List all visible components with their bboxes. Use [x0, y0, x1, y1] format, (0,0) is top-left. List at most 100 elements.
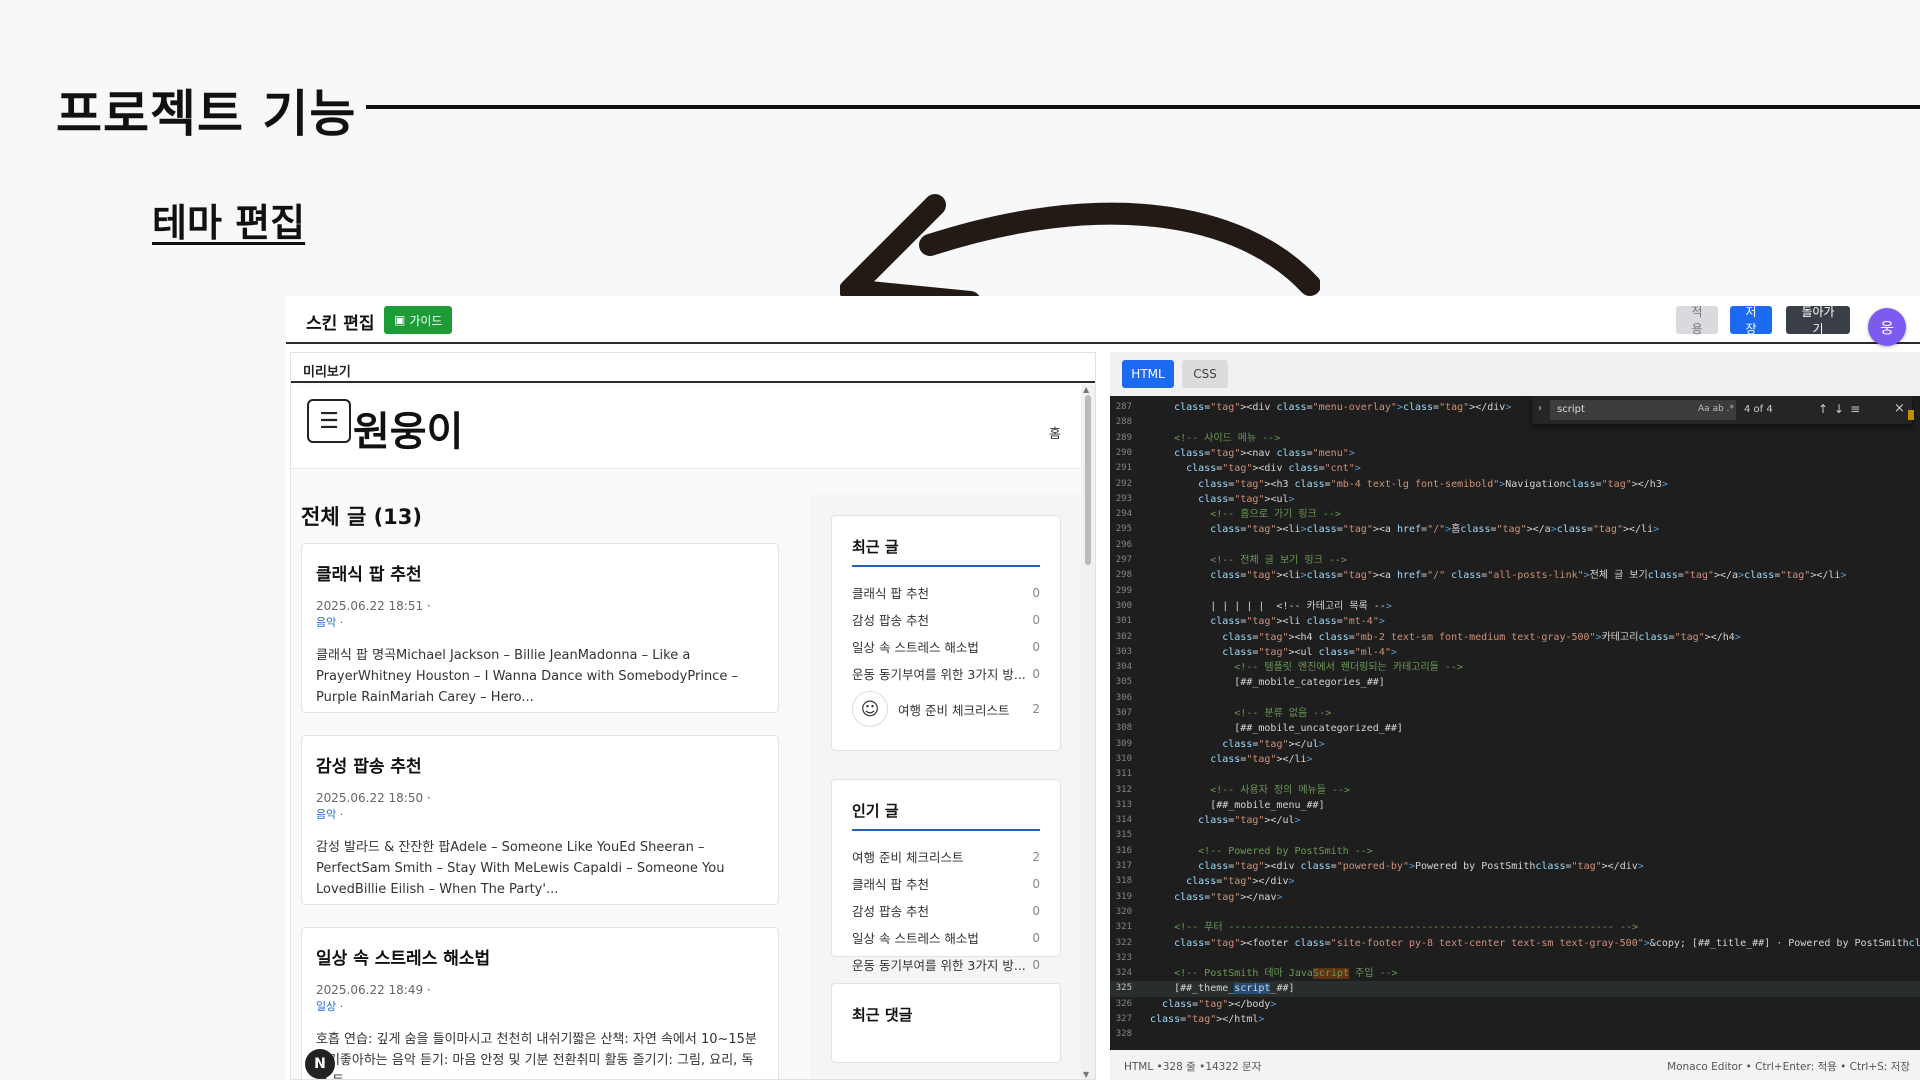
code-text[interactable]: [##_mobile_menu_##]	[1150, 798, 1324, 813]
code-text[interactable]: class="tag"><li class="mt-4">	[1150, 614, 1385, 629]
code-text[interactable]: class="tag"><div class="cnt">	[1150, 461, 1361, 476]
code-line[interactable]: 298 class="tag"><li>class="tag"><a href=…	[1110, 568, 1920, 583]
code-line[interactable]: 293 class="tag"><ul>	[1110, 492, 1920, 507]
code-line[interactable]: 314 class="tag"></ul>	[1110, 813, 1920, 828]
code-line[interactable]: 315	[1110, 828, 1920, 843]
back-button[interactable]: 돌아가기	[1786, 305, 1850, 336]
code-line[interactable]: 313 [##_mobile_menu_##]	[1110, 798, 1920, 813]
code-text[interactable]: class="tag"><h4 class="mb-2 text-sm font…	[1150, 630, 1741, 645]
code-text[interactable]: <!-- 사이드 메뉴 -->	[1150, 431, 1280, 446]
recent-post-item[interactable]: ☺ 여행 준비 체크리스트 2	[852, 687, 1040, 731]
code-line[interactable]: 312 <!-- 사용자 정의 메뉴들 -->	[1110, 783, 1920, 798]
find-options[interactable]: Aa ab .*	[1698, 404, 1734, 414]
code-text[interactable]: class="tag"></ul>	[1150, 813, 1300, 828]
code-text[interactable]: class="tag"><li>class="tag"><a href="/" …	[1150, 568, 1846, 583]
preview-scrollbar[interactable]: ▲ ▼	[1081, 385, 1095, 1079]
save-button[interactable]: 저장	[1730, 305, 1772, 336]
code-line[interactable]: 319 class="tag"></nav>	[1110, 890, 1920, 905]
code-line[interactable]: 308 [##_mobile_uncategorized_##]	[1110, 721, 1920, 736]
popular-post-item[interactable]: 감성 팝송 추천 0	[852, 897, 1040, 924]
code-line[interactable]: 327 class="tag"></html>	[1110, 1012, 1920, 1027]
user-avatar[interactable]: 웅	[1868, 308, 1906, 346]
code-text[interactable]: class="tag"></ul>	[1150, 737, 1324, 752]
monaco-editor[interactable]: 287 class="tag"><div class="menu-overlay…	[1110, 396, 1920, 1050]
code-line[interactable]: 291 class="tag"><div class="cnt">	[1110, 461, 1920, 476]
code-line[interactable]: 295 class="tag"><li>class="tag"><a href=…	[1110, 522, 1920, 537]
code-text[interactable]: class="tag"></body>	[1150, 997, 1276, 1012]
tab-css[interactable]: CSS	[1182, 360, 1228, 388]
code-line[interactable]: 309 class="tag"></ul>	[1110, 737, 1920, 752]
post-title[interactable]: 감성 팝송 추천	[316, 752, 764, 777]
code-line[interactable]: 300 | | | | | <!-- 카테고리 목록 -->	[1110, 599, 1920, 614]
code-line[interactable]: 304 <!-- 템플릿 엔진에서 렌더링되는 카테고리들 -->	[1110, 660, 1920, 675]
code-text[interactable]: class="tag"><h3 class="mb-4 text-lg font…	[1150, 477, 1668, 492]
code-line[interactable]: 297 <!-- 전체 글 보기 링크 -->	[1110, 553, 1920, 568]
code-text[interactable]: class="tag"><ul>	[1150, 492, 1294, 507]
scroll-thumb[interactable]	[1085, 395, 1091, 565]
code-line[interactable]: 320	[1110, 905, 1920, 920]
popular-post-item[interactable]: 클래식 팝 추천 0	[852, 870, 1040, 897]
code-line[interactable]: 290 class="tag"><nav class="menu">	[1110, 446, 1920, 461]
code-line[interactable]: 328	[1110, 1027, 1920, 1042]
code-line[interactable]: 323	[1110, 951, 1920, 966]
scroll-down-icon[interactable]: ▼	[1083, 1070, 1089, 1079]
post-category[interactable]: 음악 ·	[316, 807, 764, 823]
code-line[interactable]: 292 class="tag"><h3 class="mb-4 text-lg …	[1110, 477, 1920, 492]
code-line[interactable]: 318 class="tag"></div>	[1110, 874, 1920, 889]
code-text[interactable]: | | | | | <!-- 카테고리 목록 -->	[1150, 599, 1392, 614]
code-text[interactable]: <!-- 전체 글 보기 링크 -->	[1150, 553, 1347, 568]
code-line[interactable]: 303 class="tag"><ul class="ml-4">	[1110, 645, 1920, 660]
post-card[interactable]: 클래식 팝 추천 2025.06.22 18:51 · 음악 · 클래식 팝 명…	[301, 543, 779, 713]
code-text[interactable]: <!-- 사용자 정의 메뉴들 -->	[1150, 783, 1350, 798]
code-line[interactable]: 311	[1110, 767, 1920, 782]
code-text[interactable]: [##_mobile_uncategorized_##]	[1150, 721, 1403, 736]
notification-badge[interactable]: N	[305, 1049, 335, 1079]
recent-post-item[interactable]: 운동 동기부여를 위한 3가지 방... 0	[852, 660, 1040, 687]
code-line[interactable]: 302 class="tag"><h4 class="mb-2 text-sm …	[1110, 630, 1920, 645]
code-text[interactable]: <!-- PostSmith 테마 JavaScript 주입 -->	[1150, 966, 1398, 981]
code-text[interactable]: class="tag"></nav>	[1150, 890, 1282, 905]
code-text[interactable]: <!-- 분류 없음 -->	[1150, 706, 1331, 721]
popular-post-item[interactable]: 여행 준비 체크리스트 2	[852, 843, 1040, 870]
code-line[interactable]: 305 [##_mobile_categories_##]	[1110, 675, 1920, 690]
code-text[interactable]: class="tag"><ul class="ml-4">	[1150, 645, 1397, 660]
code-line[interactable]: 310 class="tag"></li>	[1110, 752, 1920, 767]
code-line[interactable]: 307 <!-- 분류 없음 -->	[1110, 706, 1920, 721]
popular-post-item[interactable]: 일상 속 스트레스 해소법 0	[852, 924, 1040, 951]
code-text[interactable]: <!-- 템플릿 엔진에서 렌더링되는 카테고리들 -->	[1150, 660, 1463, 675]
hamburger-menu-icon[interactable]: ☰	[307, 399, 351, 443]
find-nav-icons[interactable]: ↑↓≡	[1818, 402, 1866, 416]
chevron-right-icon[interactable]: ›	[1538, 403, 1542, 414]
code-line[interactable]: 299	[1110, 584, 1920, 599]
code-line[interactable]: 294 <!-- 홈으로 가기 링크 -->	[1110, 507, 1920, 522]
blog-title[interactable]: 원웅이	[353, 399, 463, 457]
recent-post-item[interactable]: 클래식 팝 추천 0	[852, 579, 1040, 606]
post-title[interactable]: 클래식 팝 추천	[316, 560, 764, 585]
code-line[interactable]: 296	[1110, 538, 1920, 553]
code-text[interactable]: class="tag"><nav class="menu">	[1150, 446, 1355, 461]
code-line[interactable]: 322 class="tag"><footer class="site-foot…	[1110, 936, 1920, 951]
code-line[interactable]: 289 <!-- 사이드 메뉴 -->	[1110, 431, 1920, 446]
code-text[interactable]: class="tag"></div>	[1150, 874, 1294, 889]
code-line[interactable]: 317 class="tag"><div class="powered-by">…	[1110, 859, 1920, 874]
apply-button[interactable]: 적용	[1676, 305, 1718, 336]
tab-html[interactable]: HTML	[1122, 360, 1174, 388]
post-title[interactable]: 일상 속 스트레스 해소법	[316, 944, 764, 969]
guide-button[interactable]: ▣ 가이드	[384, 306, 453, 334]
code-text[interactable]: class="tag"></html>	[1150, 1012, 1264, 1027]
post-card[interactable]: 감성 팝송 추천 2025.06.22 18:50 · 음악 · 감성 발라드 …	[301, 735, 779, 905]
code-text[interactable]: <!-- Powered by PostSmith -->	[1150, 844, 1373, 859]
code-line[interactable]: 326 class="tag"></body>	[1110, 997, 1920, 1012]
code-text[interactable]: class="tag"><footer class="site-footer p…	[1150, 936, 1920, 951]
code-text[interactable]: <!-- 홈으로 가기 링크 -->	[1150, 507, 1341, 522]
post-card[interactable]: 일상 속 스트레스 해소법 2025.06.22 18:49 · 일상 · 호흡…	[301, 927, 779, 1079]
post-category[interactable]: 음악 ·	[316, 615, 764, 631]
close-icon[interactable]: ×	[1894, 401, 1905, 416]
scroll-up-icon[interactable]: ▲	[1083, 385, 1089, 394]
recent-post-item[interactable]: 일상 속 스트레스 해소법 0	[852, 633, 1040, 660]
home-link[interactable]: 홈	[1049, 423, 1061, 442]
code-text[interactable]: class="tag"></li>	[1150, 752, 1312, 767]
post-category[interactable]: 일상 ·	[316, 999, 764, 1015]
code-line[interactable]: 301 class="tag"><li class="mt-4">	[1110, 614, 1920, 629]
popular-post-item[interactable]: 운동 동기부여를 위한 3가지 방... 0	[852, 951, 1040, 978]
